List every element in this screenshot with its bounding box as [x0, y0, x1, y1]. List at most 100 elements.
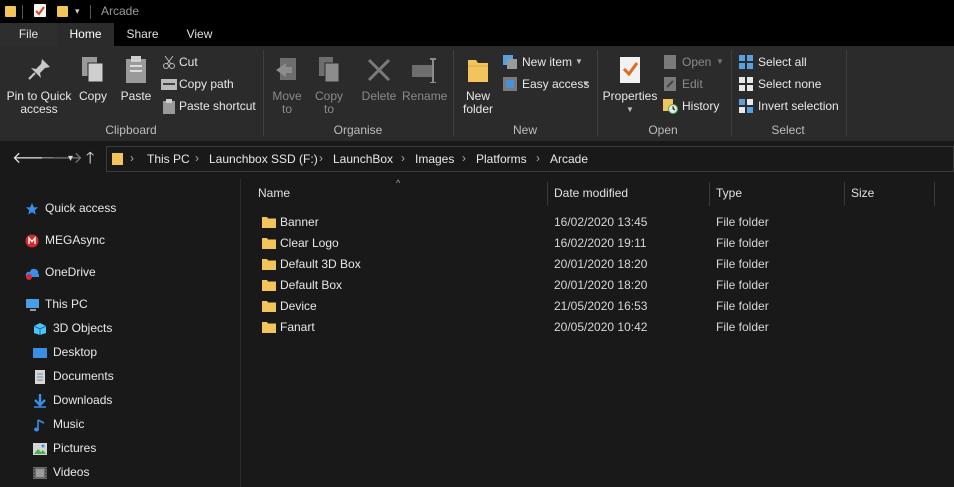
copy-to-button[interactable]: Copy to [310, 52, 348, 122]
nav-item-onedrive[interactable]: OneDrive [0, 262, 240, 284]
file-date: 20/01/2020 18:20 [554, 278, 648, 292]
chevron-right-icon[interactable]: › [319, 151, 323, 165]
chevron-right-icon[interactable]: › [462, 151, 466, 165]
column-header-type[interactable]: Type [716, 179, 841, 207]
nav-item-3d-objects[interactable]: 3D Objects [0, 318, 240, 340]
new-item-button[interactable]: New item ▼ [502, 54, 592, 72]
file-name: Banner [280, 215, 319, 229]
table-row[interactable]: Fanart 20/05/2020 10:42 File folder [241, 317, 954, 338]
table-row[interactable]: Clear Logo 16/02/2020 19:11 File folder [241, 233, 954, 254]
column-divider[interactable] [547, 182, 548, 206]
breadcrumb-platforms[interactable]: Platforms [476, 152, 527, 166]
delete-icon [367, 58, 391, 82]
invert-selection-button[interactable]: Invert selection [738, 98, 843, 116]
column-header-size[interactable]: Size [851, 179, 931, 207]
desktop-icon [33, 348, 47, 358]
picture-icon [33, 443, 47, 455]
forward-arrow-icon[interactable]: 🡒 [40, 151, 83, 167]
open-icon [664, 55, 676, 69]
tab-view[interactable]: View [171, 23, 228, 46]
properties-quick-icon[interactable] [34, 4, 46, 17]
delete-button[interactable]: Delete [358, 52, 400, 122]
properties-label: Properties [602, 89, 658, 103]
folder-icon [112, 153, 123, 165]
paste-shortcut-icon [163, 99, 175, 114]
music-icon [34, 419, 45, 432]
copy-to-icon [319, 57, 340, 83]
copy-label: Copy [78, 89, 107, 103]
nav-label: Music [53, 417, 85, 431]
nav-item-this-pc[interactable]: This PC [0, 294, 240, 316]
chevron-right-icon[interactable]: › [401, 151, 405, 165]
move-to-button[interactable]: Move to [268, 52, 306, 122]
nav-item-downloads[interactable]: Downloads [0, 390, 240, 412]
invert-selection-icon [739, 99, 753, 113]
tab-home[interactable]: Home [57, 23, 114, 46]
computer-icon [26, 299, 39, 311]
breadcrumb-launchbox[interactable]: LaunchBox [333, 152, 393, 166]
new-folder-quick-icon[interactable] [57, 6, 68, 17]
new-item-label: New item [522, 55, 573, 69]
copy-button[interactable]: Copy [76, 52, 110, 122]
breadcrumb-launchbox-ssd[interactable]: Launchbox SSD (F:) [209, 152, 318, 166]
column-divider[interactable] [844, 182, 845, 206]
customize-quick-access-icon[interactable]: ▾ [75, 6, 80, 17]
file-date: 16/02/2020 13:45 [554, 215, 648, 229]
caret-down-icon: ▼ [626, 105, 634, 114]
new-folder-button[interactable]: New folder [458, 52, 498, 122]
rename-label: Rename [402, 89, 448, 103]
open-button[interactable]: Open ▼ [662, 54, 726, 72]
paste-shortcut-button[interactable]: Paste shortcut [160, 98, 260, 116]
breadcrumb-this-pc[interactable]: This PC [147, 152, 190, 166]
column-header-name[interactable]: Name [258, 179, 548, 207]
rename-button[interactable]: Rename [402, 52, 448, 122]
nav-item-desktop[interactable]: Desktop [0, 342, 240, 364]
chevron-right-icon[interactable]: › [195, 151, 199, 165]
separator [22, 5, 23, 19]
properties-button[interactable]: Properties ▼ [602, 52, 658, 122]
tab-file[interactable]: File [0, 23, 57, 46]
copy-path-label: Copy path [179, 77, 234, 91]
cut-button[interactable]: Cut [160, 54, 240, 72]
pin-icon [28, 59, 50, 80]
pin-to-quick-access-button[interactable]: Pin to Quick access [2, 52, 76, 122]
edit-label: Edit [682, 77, 703, 91]
select-all-button[interactable]: Select all [738, 54, 843, 72]
address-bar[interactable]: › This PC › Launchbox SSD (F:) › LaunchB… [106, 146, 954, 172]
breadcrumb-images[interactable]: Images [415, 152, 454, 166]
cloud-icon [25, 268, 39, 280]
table-row[interactable]: Default Box 20/01/2020 18:20 File folder [241, 275, 954, 296]
history-button[interactable]: History [662, 98, 726, 116]
copy-path-button[interactable]: Copy path [160, 76, 240, 94]
table-row[interactable]: Default 3D Box 20/01/2020 18:20 File fol… [241, 254, 954, 275]
nav-label: 3D Objects [53, 321, 113, 335]
column-divider[interactable] [709, 182, 710, 206]
nav-item-megasync[interactable]: MEGAsync [0, 230, 240, 252]
nav-item-videos[interactable]: Videos [0, 462, 240, 484]
easy-access-button[interactable]: Easy access ▼ [502, 76, 592, 94]
recent-locations-chevron-icon[interactable]: ▾ [68, 153, 73, 164]
separator [90, 5, 91, 19]
select-all-label: Select all [758, 55, 807, 69]
breadcrumb-arcade[interactable]: Arcade [550, 152, 588, 166]
chevron-right-icon[interactable]: › [130, 151, 134, 165]
column-divider[interactable] [934, 182, 935, 206]
nav-label: Videos [53, 465, 90, 479]
chevron-right-icon[interactable]: › [536, 151, 540, 165]
paste-button[interactable]: Paste [117, 52, 155, 122]
column-header-date-modified[interactable]: Date modified [554, 179, 704, 207]
tab-share[interactable]: Share [114, 23, 171, 46]
nav-item-documents[interactable]: Documents [0, 366, 240, 388]
nav-item-music[interactable]: Music [0, 414, 240, 436]
up-arrow-icon[interactable]: 🡑 [86, 151, 94, 167]
copy-icon [82, 57, 104, 83]
nav-item-quick-access[interactable]: Quick access [0, 198, 240, 220]
move-to-label-2: to [281, 102, 292, 116]
edit-button[interactable]: Edit [662, 76, 726, 94]
ribbon: Pin to Quick access Copy Paste Cut Copy [0, 46, 954, 141]
table-row[interactable]: Banner 16/02/2020 13:45 File folder [241, 212, 954, 233]
folder-icon [262, 280, 276, 291]
table-row[interactable]: Device 21/05/2020 16:53 File folder [241, 296, 954, 317]
select-none-button[interactable]: Select none [738, 76, 843, 94]
nav-item-pictures[interactable]: Pictures [0, 438, 240, 460]
